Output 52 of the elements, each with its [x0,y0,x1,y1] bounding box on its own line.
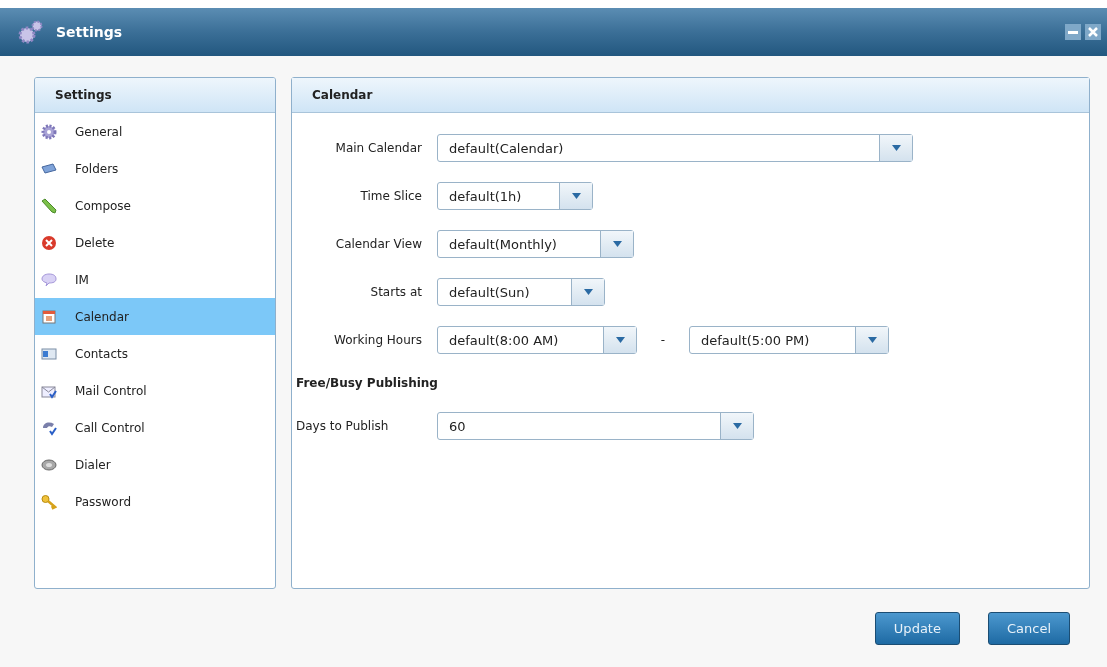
field-label: Main Calendar [334,141,423,155]
dropdown[interactable]: default(8:00 AM) [437,326,637,354]
dropdown-arrow-icon [583,289,593,295]
dropdown-arrow-icon [891,145,901,151]
sidebar-item[interactable]: Delete [35,224,275,261]
sidebar-item[interactable]: Password [35,483,275,520]
range-separator: - [659,333,667,347]
field-label: Time Slice [359,189,423,203]
dropdown[interactable]: default(Sun) [437,278,605,306]
pencil-icon [41,197,57,214]
dropdown[interactable]: default(1h) [437,182,593,210]
section-heading: Free/Busy Publishing [295,375,439,392]
sidebar-item[interactable]: Folders [35,150,275,187]
sidebar-item[interactable]: Call Control [35,409,275,446]
contact-card-icon [41,345,57,362]
sidebar-item[interactable]: Mail Control [35,372,275,409]
sidebar-item[interactable]: Calendar [35,298,275,335]
update-button[interactable]: Update [874,612,960,645]
speech-bubble-icon [41,271,57,288]
close-icon [1088,27,1098,37]
key-icon [41,493,57,510]
panel-title: Calendar [312,88,373,102]
dropdown-arrow-icon [612,241,622,247]
sidebar-item[interactable]: IM [35,261,275,298]
sidebar-item[interactable]: General [35,113,275,150]
field-label: Calendar View [334,237,423,251]
minimize-button[interactable] [1065,24,1081,40]
dropdown[interactable]: default(5:00 PM) [689,326,889,354]
sidebar-item[interactable]: Dialer [35,446,275,483]
dropdown[interactable]: default(Monthly) [437,230,634,258]
close-button[interactable] [1085,24,1101,40]
field-label: Days to Publish [295,419,390,433]
dropdown-arrow-icon [867,337,877,343]
dropdown-arrow-icon [732,423,742,429]
field-label: Starts at [369,285,423,299]
folder-icon [41,160,57,177]
field-label: Working Hours [333,333,423,347]
dropdown[interactable]: default(Calendar) [437,134,913,162]
sidebar-item[interactable]: Contacts [35,335,275,372]
sidebar-item[interactable]: Compose [35,187,275,224]
gears-icon [18,20,44,44]
cancel-button[interactable]: Cancel [987,612,1070,645]
panel-title: Settings [55,88,112,102]
calendar-icon [41,308,57,325]
dropdown[interactable]: 60 [437,412,754,440]
minimize-icon [1068,30,1078,34]
gear-icon [41,123,57,140]
dropdown-arrow-icon [571,193,581,199]
window-title: Settings [56,24,124,40]
dialer-icon [41,456,57,473]
dropdown-arrow-icon [615,337,625,343]
delete-icon [41,234,57,251]
